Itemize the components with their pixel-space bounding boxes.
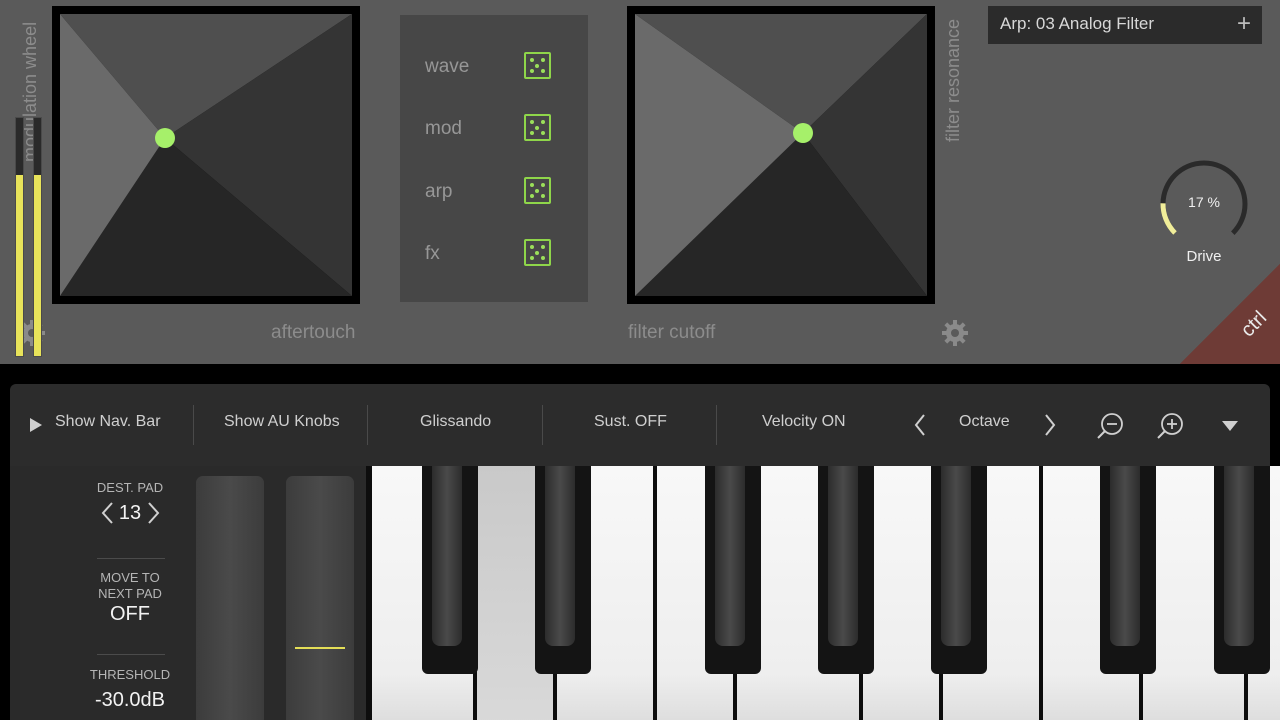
octave-label: Octave [959,413,1010,430]
black-key[interactable] [535,466,591,674]
dest-pad-label: DEST. PAD [96,480,164,495]
toolbar-divider [193,405,194,445]
randomize-label: fx [425,243,440,264]
black-key[interactable] [818,466,874,674]
level-meter-fill [34,175,41,356]
x-axis-label: filter cutoff [628,322,716,343]
chevron-right-icon[interactable] [147,502,161,524]
play-icon[interactable] [30,418,42,432]
y-axis-label: filter resonance [943,18,963,142]
randomize-row-arp[interactable]: arp [400,173,588,213]
slider-level-line [295,646,345,649]
modulation-slider[interactable] [286,476,354,720]
randomize-panel: wave mod arp fx [400,15,588,302]
toolbar-divider [542,405,543,445]
toolbar-divider [716,405,717,445]
drive-value: 17 % [1188,194,1220,210]
dropdown-arrow-icon[interactable] [1221,420,1239,432]
white-key[interactable] [863,466,939,720]
move-to-next-pad-toggle[interactable]: OFF [80,603,180,626]
xy-pad-filter[interactable] [627,6,935,304]
level-meter-fill [16,175,23,356]
level-meter-right [33,117,42,357]
threshold-value[interactable]: -30.0dB [80,689,180,712]
xy-pad-cursor[interactable] [155,128,175,148]
zoom-out-icon[interactable] [1096,412,1124,440]
sustain-toggle[interactable]: Sust. OFF [594,413,667,431]
preset-selector[interactable]: Arp: 03 Analog Filter + [988,6,1262,44]
show-nav-bar-button[interactable]: Show Nav. Bar [55,413,161,431]
xy-pad-surface [635,14,927,296]
randomize-row-wave[interactable]: wave [400,48,588,88]
next-pad-label: NEXT PAD [98,586,162,601]
piano-keyboard[interactable] [366,466,1280,720]
add-preset-icon[interactable]: + [1237,10,1251,38]
preset-name: Arp: 03 Analog Filter [1000,14,1155,33]
xy-pad-modulation[interactable] [52,6,360,304]
show-au-knobs-button[interactable]: Show AU Knobs [224,413,340,431]
keyboard-toolbar: Show Nav. Bar Show AU Knobs Glissando Su… [10,384,1270,466]
chevron-left-icon[interactable] [914,414,926,436]
threshold-label: THRESHOLD [89,667,171,682]
black-key[interactable] [931,466,987,674]
xy-pad-cursor[interactable] [793,123,813,143]
side-divider [97,558,165,559]
drive-label: Drive [1186,248,1222,265]
xy-pad-surface [60,14,352,296]
level-meter-left [15,117,24,357]
black-key[interactable] [1214,466,1270,674]
glissando-button[interactable]: Glissando [420,413,491,431]
randomize-row-mod[interactable]: mod [400,110,588,150]
dice-icon[interactable] [524,239,551,266]
zoom-in-icon[interactable] [1156,412,1184,440]
move-to-label: MOVE TO [100,570,160,585]
dice-icon[interactable] [524,114,551,141]
chevron-right-icon[interactable] [1044,414,1056,436]
synth-panel: modulation wheel aftertouch wave mod arp… [0,0,1280,364]
black-key[interactable] [705,466,761,674]
black-key[interactable] [422,466,478,674]
ctrl-tab[interactable] [1180,264,1280,364]
x-axis-label: aftertouch [271,322,356,343]
pitch-bend-slider[interactable] [196,476,264,720]
side-divider [97,654,165,655]
dice-icon[interactable] [524,52,551,79]
randomize-label: arp [425,181,453,202]
black-key[interactable] [1100,466,1156,674]
dest-pad-value: 13 [118,502,142,524]
randomize-label: mod [425,118,462,139]
dice-icon[interactable] [524,177,551,204]
gear-icon[interactable] [940,318,970,348]
randomize-row-fx[interactable]: fx [400,235,588,275]
velocity-toggle[interactable]: Velocity ON [762,413,846,431]
randomize-label: wave [425,56,470,77]
toolbar-divider [367,405,368,445]
